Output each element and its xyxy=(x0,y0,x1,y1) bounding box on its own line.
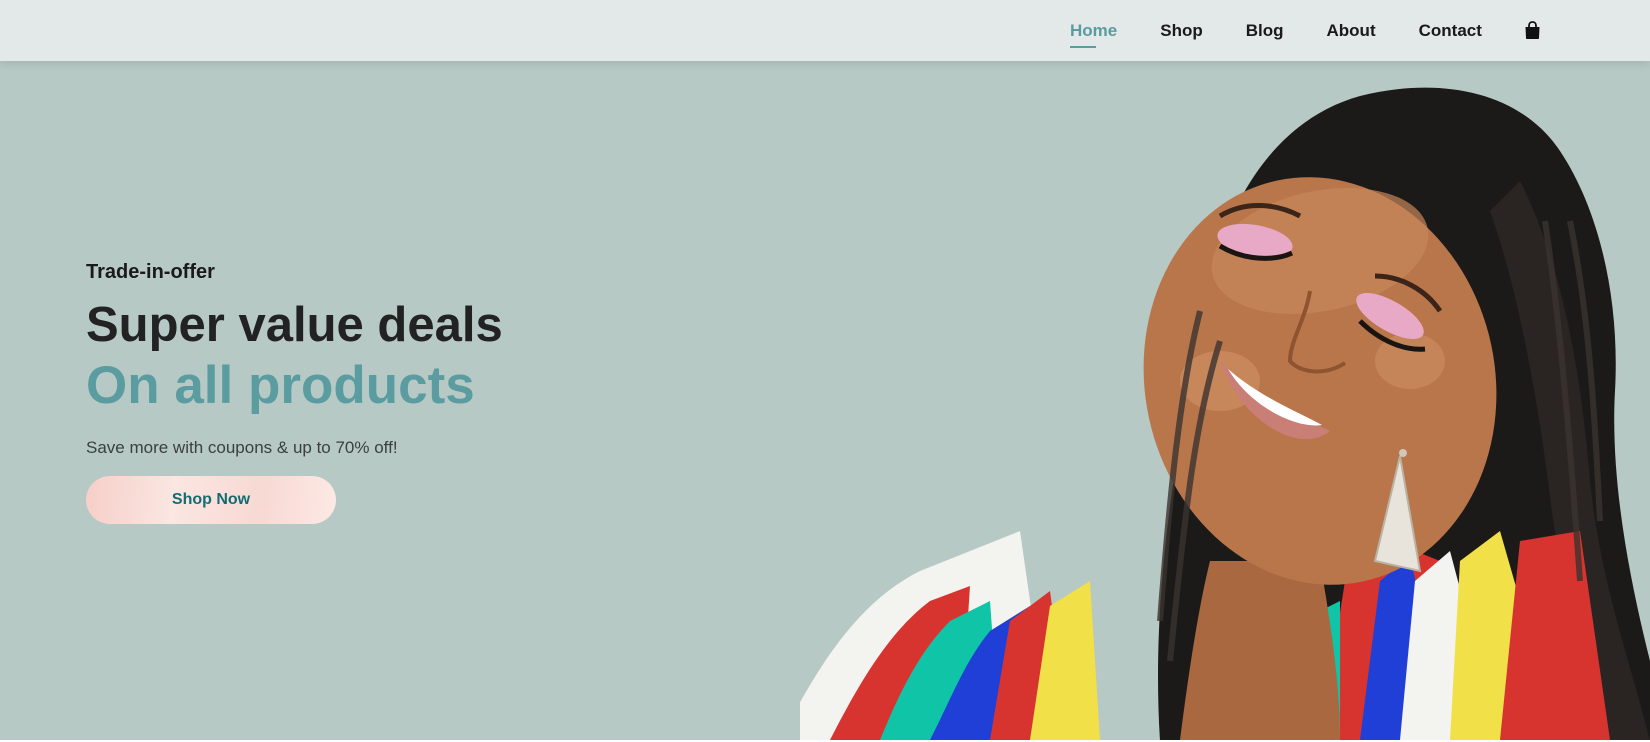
nav-item-label: Home xyxy=(1070,20,1118,40)
active-underline xyxy=(1070,45,1096,48)
nav-item-label: Shop xyxy=(1160,20,1203,40)
hero-portrait-image xyxy=(800,87,1650,740)
hero-headline: Super value deals xyxy=(86,298,503,352)
hero-eyebrow: Trade-in-offer xyxy=(86,261,215,283)
nav-item-label: About xyxy=(1326,20,1376,40)
hero-banner: Trade-in-offer Super value deals On all … xyxy=(0,61,1650,740)
hero-headline-accent: On all products xyxy=(86,356,475,415)
nav-item-label: Blog xyxy=(1245,20,1284,40)
shop-now-label: Shop Now xyxy=(171,491,251,508)
site-header: Home Shop Blog About Contact xyxy=(0,0,1650,61)
shopping-bag-icon[interactable] xyxy=(1522,20,1544,42)
nav-item-label: Contact xyxy=(1418,20,1482,40)
nav-item-about[interactable]: About xyxy=(1327,21,1376,41)
hero-subtext: Save more with coupons & up to 70% off! xyxy=(86,438,398,457)
shop-now-button[interactable]: Shop Now xyxy=(86,476,336,524)
nav-item-blog[interactable]: Blog xyxy=(1246,21,1284,41)
nav-item-home[interactable]: Home xyxy=(1070,20,1118,48)
main-nav: Home Shop Blog About Contact xyxy=(1070,0,1544,61)
hero-text-block: Trade-in-offer Super value deals On all … xyxy=(86,261,503,524)
nav-item-contact[interactable]: Contact xyxy=(1419,21,1482,41)
nav-item-shop[interactable]: Shop xyxy=(1160,21,1203,41)
